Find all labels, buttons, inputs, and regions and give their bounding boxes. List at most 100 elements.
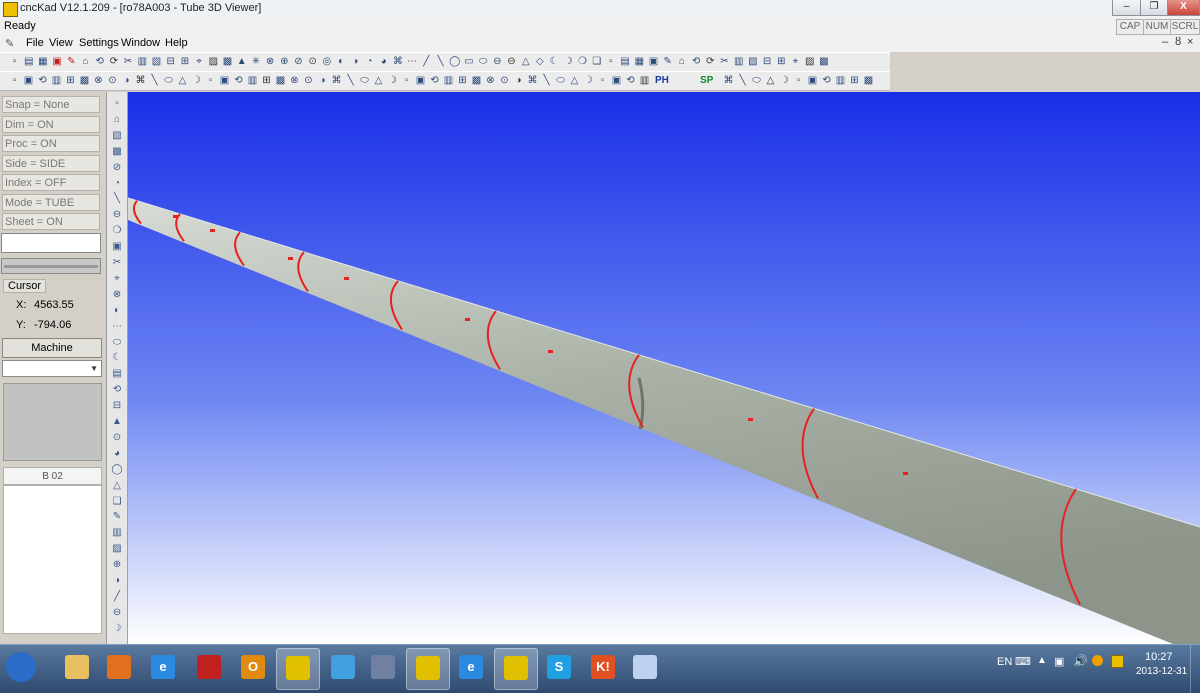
vertical-tool-icon[interactable]: ⊕ (110, 558, 124, 572)
toolbar1-tool-icon[interactable]: ⊞ (775, 55, 788, 68)
vertical-tool-icon[interactable]: ▥ (110, 526, 124, 540)
toolbar1-tool-icon[interactable]: ▥ (732, 55, 745, 68)
vertical-tool-icon[interactable]: ❍ (110, 224, 124, 238)
clock-date[interactable]: 2013-12-31 (1136, 666, 1187, 677)
mode-toggle[interactable]: Mode = TUBE (2, 194, 100, 211)
show-desktop-button[interactable] (1190, 645, 1200, 693)
command-input[interactable] (1, 233, 101, 253)
taskbar-explorer-button[interactable] (56, 648, 98, 688)
toolbar2-tool-icon[interactable]: ╲ (148, 74, 161, 87)
toolbar2-tool-icon[interactable]: ⬭ (750, 74, 763, 87)
toolbar1-tool-icon[interactable]: ▲ (235, 55, 248, 68)
toolbar2-tool-icon[interactable]: ▥ (50, 74, 63, 87)
taskbar-cnckad-2-button[interactable] (406, 648, 450, 690)
toolbar2-tool-icon[interactable]: ◑ (512, 74, 525, 87)
clock-time[interactable]: 10:27 (1145, 651, 1173, 663)
toolbar1-tool-icon[interactable]: ⟲ (93, 55, 106, 68)
cnckad-app-icon[interactable] (3, 2, 18, 17)
toolbar2-tool-icon[interactable]: ╲ (344, 74, 357, 87)
toolbar2-tool-icon[interactable]: ◑ (120, 74, 133, 87)
vertical-tool-icon[interactable]: ▨ (110, 542, 124, 556)
toolbar2-tool-icon[interactable]: △ (764, 74, 777, 87)
toolbar2-tool-icon[interactable]: ▣ (806, 74, 819, 87)
toolbar1-tool-icon[interactable]: ◔ (363, 55, 376, 68)
minimize-button[interactable]: – (1112, 0, 1141, 16)
toolbar2-tool-icon[interactable]: △ (372, 74, 385, 87)
toolbar2-tool-icon[interactable]: ⌘ (722, 74, 735, 87)
vertical-tool-icon[interactable]: ▣ (110, 240, 124, 254)
vertical-tool-icon[interactable]: ◕ (110, 447, 124, 461)
toolbar1-tool-icon[interactable]: ⌖ (193, 55, 206, 68)
toolbar1-tool-icon[interactable]: ◯ (448, 55, 461, 68)
toolbar2-tool-icon[interactable]: ╲ (736, 74, 749, 87)
vertical-tool-icon[interactable]: ▤ (110, 367, 124, 381)
toolbar1-tool-icon[interactable]: ⊕ (278, 55, 291, 68)
vertical-tool-icon[interactable]: ⊖ (110, 208, 124, 222)
vertical-tool-icon[interactable]: ⊟ (110, 399, 124, 413)
toolbar1-tool-icon[interactable]: ▦ (36, 55, 49, 68)
toolbar1-tool-icon[interactable]: ⬭ (477, 55, 490, 68)
toolbar1-tool-icon[interactable]: ⊘ (292, 55, 305, 68)
toolbar1-tool-icon[interactable]: ▦ (633, 55, 646, 68)
machine-dropdown[interactable]: ▼ (2, 360, 102, 377)
toolbar1-tool-icon[interactable]: ◐ (335, 55, 348, 68)
toolbar2-tool-icon[interactable]: ▥ (834, 74, 847, 87)
toolbar2-tool-icon[interactable]: ▥ (246, 74, 259, 87)
sp-tool[interactable]: SP (700, 75, 713, 86)
list-box[interactable] (3, 485, 102, 634)
vertical-tool-icon[interactable]: ☽ (110, 622, 124, 636)
toolbar1-tool-icon[interactable]: ▨ (803, 55, 816, 68)
toolbar2-tool-icon[interactable]: ⟲ (820, 74, 833, 87)
menu-settings[interactable]: Settings (79, 37, 119, 49)
side-toggle[interactable]: Side = SIDE (2, 155, 100, 172)
toolbar1-tool-icon[interactable]: ☾ (548, 55, 561, 68)
toolbar1-tool-icon[interactable]: ◎ (320, 55, 333, 68)
toolbar1-tool-icon[interactable]: ▣ (51, 55, 64, 68)
toolbar1-tool-icon[interactable]: ⌂ (675, 55, 688, 68)
taskbar-messenger-button[interactable] (322, 648, 364, 688)
toolbar2-tool-icon[interactable]: ▫ (8, 74, 21, 87)
close-button[interactable]: X (1167, 0, 1200, 16)
toolbar2-tool-icon[interactable]: ◑ (316, 74, 329, 87)
network-icon[interactable]: ▣ (1054, 655, 1064, 668)
mdi-doc-icon[interactable]: ✎ (5, 37, 14, 50)
toolbar1-tool-icon[interactable]: ⊙ (306, 55, 319, 68)
toolbar1-tool-icon[interactable]: ▫ (604, 55, 617, 68)
mdi-minimize-button[interactable]: – (1162, 36, 1168, 48)
vertical-tool-icon[interactable]: ✂ (110, 256, 124, 270)
toolbar1-tool-icon[interactable]: ▩ (817, 55, 830, 68)
toolbar1-tool-icon[interactable]: ⌘ (391, 55, 404, 68)
dim-toggle[interactable]: Dim = ON (2, 116, 100, 133)
mdi-restore-button[interactable]: ȣ (1175, 36, 1181, 48)
mdi-close-button[interactable]: × (1187, 36, 1193, 48)
toolbar2-tool-icon[interactable]: ▣ (22, 74, 35, 87)
toolbar2-tool-icon[interactable]: ⟲ (232, 74, 245, 87)
taskbar-start-orb-button[interactable] (0, 648, 42, 688)
toolbar2-tool-icon[interactable]: ⊗ (484, 74, 497, 87)
toolbar1-tool-icon[interactable]: ▥ (136, 55, 149, 68)
toolbar2-tool-icon[interactable]: ⊞ (260, 74, 273, 87)
vertical-tool-icon[interactable]: ▲ (110, 415, 124, 429)
toolbar2-tool-icon[interactable]: ▩ (78, 74, 91, 87)
toolbar1-tool-icon[interactable]: ⊟ (164, 55, 177, 68)
toolbar2-tool-icon[interactable]: ⟲ (428, 74, 441, 87)
menu-window[interactable]: Window (121, 37, 160, 49)
toolbar1-tool-icon[interactable]: ⊖ (491, 55, 504, 68)
toolbar2-tool-icon[interactable]: ▩ (862, 74, 875, 87)
toolbar1-tool-icon[interactable]: ╲ (434, 55, 447, 68)
vertical-tool-icon[interactable]: ╲ (110, 192, 124, 206)
index-toggle[interactable]: Index = OFF (2, 174, 100, 191)
volume-icon[interactable]: 🔊 (1073, 654, 1088, 668)
vertical-tool-icon[interactable]: ⊙ (110, 431, 124, 445)
vertical-tool-icon[interactable]: ◔ (110, 177, 124, 191)
tray-app-icon[interactable] (1111, 655, 1124, 668)
vertical-tool-icon[interactable]: △ (110, 479, 124, 493)
toolbar1-tool-icon[interactable]: ▫ (8, 55, 21, 68)
taskbar-paint-button[interactable] (624, 648, 666, 688)
toolbar2-tool-icon[interactable]: ⊗ (288, 74, 301, 87)
vertical-tool-icon[interactable]: ⊖ (110, 606, 124, 620)
toolbar2-tool-icon[interactable]: ☽ (582, 74, 595, 87)
toolbar2-tool-icon[interactable]: ⊞ (848, 74, 861, 87)
toolbar1-tool-icon[interactable]: △ (519, 55, 532, 68)
proc-toggle[interactable]: Proc = ON (2, 135, 100, 152)
